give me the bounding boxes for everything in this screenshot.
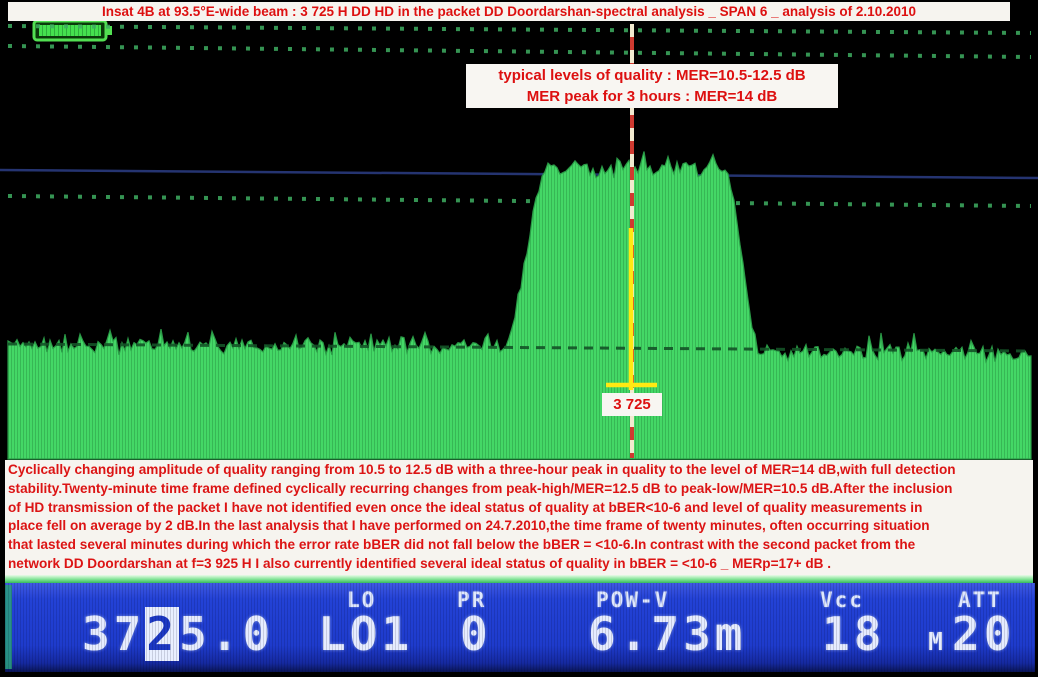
att-value: 20 <box>952 607 1015 661</box>
analysis-line: Cyclically changing amplitude of quality… <box>8 461 1033 480</box>
title-text: Insat 4B at 93.5°E-wide beam : 3 725 H D… <box>102 4 916 19</box>
att-prefix: M <box>928 627 943 656</box>
meter-readout-panel: LO PR POW-V Vcc ATT 3725.0 LO1 0 6.73m 1… <box>5 583 1035 672</box>
title-bar: Insat 4B at 93.5°E-wide beam : 3 725 H D… <box>8 2 1010 21</box>
annotation-line-2: MER peak for 3 hours : MER=14 dB <box>527 86 777 107</box>
battery-icon <box>34 21 112 40</box>
pow-v-value: 6.73m <box>588 607 746 661</box>
frequency-before-cursor: 37 <box>82 607 145 661</box>
frequency-after-cursor: 5.0 <box>179 607 274 661</box>
analysis-line: place fell on average by 2 dB.In the las… <box>8 517 1033 536</box>
analysis-line: stability.Twenty-minute time frame defin… <box>8 480 1033 499</box>
annotation-line-1: typical levels of quality : MER=10.5-12.… <box>498 65 805 86</box>
analysis-line: that lasted several minutes during which… <box>8 536 1033 555</box>
analysis-line: network DD Doordarshan at f=3 925 H I al… <box>8 555 1033 574</box>
spectrum-trace <box>8 152 1031 460</box>
vcc-value: 18 <box>822 607 885 661</box>
pr-value: 0 <box>460 607 492 661</box>
gridlines <box>0 26 1038 206</box>
quality-annotation-box: typical levels of quality : MER=10.5-12.… <box>466 64 838 108</box>
marker-frequency-label: 3 725 <box>602 393 662 416</box>
frequency-display[interactable]: 3725.0 <box>82 607 274 661</box>
frequency-edit-cursor[interactable]: 2 <box>145 607 179 661</box>
analysis-line: of HD transmission of the packet I have … <box>8 499 1033 518</box>
analysis-text-box: Cyclically changing amplitude of quality… <box>5 460 1033 575</box>
panel-left-edge <box>5 585 12 669</box>
meter-screen: Insat 4B at 93.5°E-wide beam : 3 725 H D… <box>0 0 1038 677</box>
lo-value: LO1 <box>318 607 413 661</box>
panel-divider-strip <box>5 575 1033 583</box>
